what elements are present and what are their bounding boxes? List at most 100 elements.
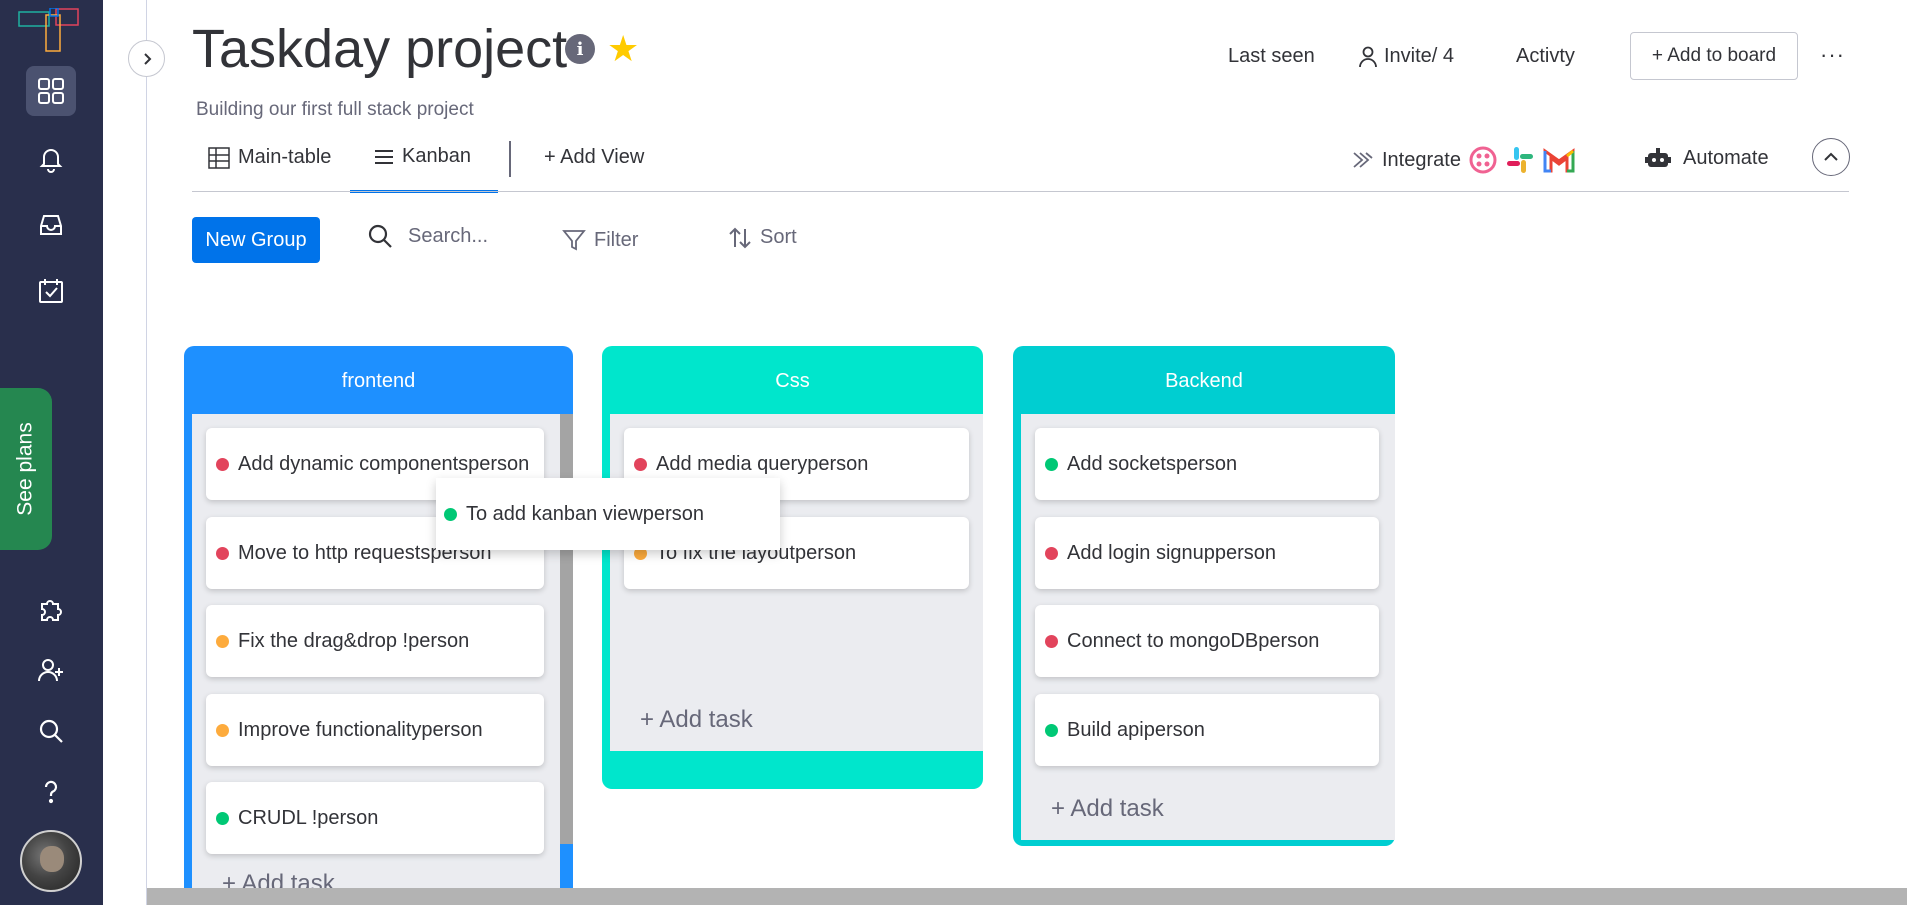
invite-label: Invite/ 4 (1384, 45, 1455, 67)
new-group-button[interactable]: New Group (192, 217, 320, 263)
task-text: Fix the drag&drop !person (238, 629, 470, 652)
status-dot (216, 457, 229, 471)
sort-label: Sort (760, 226, 797, 248)
see-plans-button[interactable]: See plans (0, 388, 52, 550)
board-title[interactable]: Taskday project (192, 18, 567, 80)
task-card[interactable]: CRUDL !person (206, 782, 544, 854)
status-dot (216, 811, 229, 825)
task-card[interactable]: Add socketsperson (1035, 428, 1379, 500)
filter-label: Filter (594, 228, 639, 251)
tab-main-table-label: Main-table (238, 146, 332, 168)
task-text: Connect to mongoDBperson (1067, 629, 1320, 652)
help-icon (44, 780, 58, 804)
status-dot (216, 546, 229, 560)
notifications-button[interactable] (26, 134, 76, 184)
status-dot (216, 634, 229, 648)
activity-link[interactable]: Activty (1516, 45, 1575, 68)
task-text: Improve functionalityperson (238, 718, 483, 741)
robot-icon (1645, 148, 1671, 167)
gmail-icon (1543, 148, 1575, 173)
app-logo[interactable] (18, 8, 80, 52)
add-task-button[interactable]: + Add task (640, 706, 753, 734)
tab-separator (509, 141, 511, 177)
filter-button[interactable]: Filter (562, 228, 638, 252)
horizontal-scrollbar[interactable] (147, 888, 1907, 905)
task-text: Add socketsperson (1067, 452, 1238, 475)
my-work-button[interactable] (26, 266, 76, 316)
automate-label: Automate (1683, 146, 1769, 169)
user-avatar[interactable] (20, 830, 82, 892)
group-title[interactable]: frontend (184, 370, 573, 393)
tabs-divider (192, 191, 1849, 192)
search-box[interactable] (366, 222, 528, 250)
invite-members-button[interactable] (26, 645, 76, 695)
group-body-css: Add media queryperson To fix the layoutp… (610, 414, 983, 751)
tab-main-table[interactable]: Main-table (208, 146, 331, 169)
group-title[interactable]: Backend (1013, 370, 1395, 393)
task-text: To add kanban viewperson (466, 502, 704, 525)
status-dot (1045, 634, 1058, 648)
group-body-backend: Add socketsperson Add login signupperson… (1021, 414, 1395, 840)
slack-icon (1506, 147, 1533, 173)
integrate-button[interactable]: Integrate (1352, 145, 1575, 175)
bell-icon (39, 149, 63, 173)
twilio-icon (1469, 146, 1497, 174)
board-description[interactable]: Building our first full stack project (196, 99, 474, 121)
apps-button[interactable] (26, 584, 76, 634)
dragging-task-card[interactable]: To add kanban viewperson (436, 478, 780, 550)
integrate-icon (1353, 152, 1373, 168)
info-icon[interactable]: i (565, 34, 595, 64)
tab-kanban-label: Kanban (402, 145, 471, 167)
automate-button[interactable]: Automate (1645, 145, 1769, 171)
add-task-button[interactable]: + Add task (1051, 795, 1164, 823)
inbox-icon (40, 215, 62, 235)
chevron-right-icon (143, 52, 151, 65)
task-text: Add login signupperson (1067, 541, 1277, 564)
filter-icon (562, 230, 586, 251)
add-user-icon (38, 659, 63, 682)
left-sidebar: See plans (0, 0, 103, 905)
help-button[interactable] (26, 767, 76, 817)
person-icon (1359, 46, 1377, 67)
search-input[interactable] (408, 224, 528, 248)
add-to-board-button[interactable]: + Add to board (1630, 32, 1798, 80)
task-text: Build apiperson (1067, 718, 1205, 741)
more-options-icon[interactable]: ··· (1820, 42, 1845, 68)
see-plans-label: See plans (14, 422, 37, 516)
status-dot (1045, 457, 1058, 471)
chevron-up-icon (1824, 152, 1838, 161)
group-title[interactable]: Css (602, 370, 983, 393)
puzzle-icon (41, 600, 62, 621)
status-dot (634, 457, 647, 471)
task-text: Add dynamic componentsperson (238, 452, 530, 475)
grid-icon (38, 78, 64, 104)
status-dot (1045, 546, 1058, 560)
search-nav-button[interactable] (26, 706, 76, 756)
expand-sidebar-button[interactable] (128, 40, 165, 77)
invite-button[interactable]: Invite/ 4 (1358, 45, 1454, 68)
collapse-header-button[interactable] (1812, 138, 1850, 176)
task-card[interactable]: Connect to mongoDBperson (1035, 605, 1379, 677)
tab-kanban[interactable]: Kanban (374, 145, 471, 168)
search-icon (39, 719, 63, 743)
table-icon (208, 146, 230, 169)
sort-icon (729, 227, 751, 248)
task-text: CRUDL !person (238, 806, 379, 829)
list-icon (375, 149, 393, 164)
task-card[interactable]: Improve functionalityperson (206, 694, 544, 766)
star-icon[interactable]: ★ (607, 28, 639, 70)
integrate-label: Integrate (1382, 148, 1461, 171)
calendar-check-icon (39, 279, 63, 303)
inbox-button[interactable] (26, 200, 76, 250)
task-card[interactable]: Fix the drag&drop !person (206, 605, 544, 677)
last-seen-link[interactable]: Last seen (1228, 45, 1315, 68)
workspaces-button[interactable] (26, 66, 76, 116)
sort-button[interactable]: Sort (728, 226, 797, 249)
search-icon (368, 224, 392, 248)
task-card[interactable]: Build apiperson (1035, 694, 1379, 766)
status-dot (1045, 723, 1058, 737)
status-dot (444, 507, 457, 521)
add-view-button[interactable]: + Add View (544, 146, 644, 169)
task-card[interactable]: Add login signupperson (1035, 517, 1379, 589)
task-text: Add media queryperson (656, 452, 869, 475)
